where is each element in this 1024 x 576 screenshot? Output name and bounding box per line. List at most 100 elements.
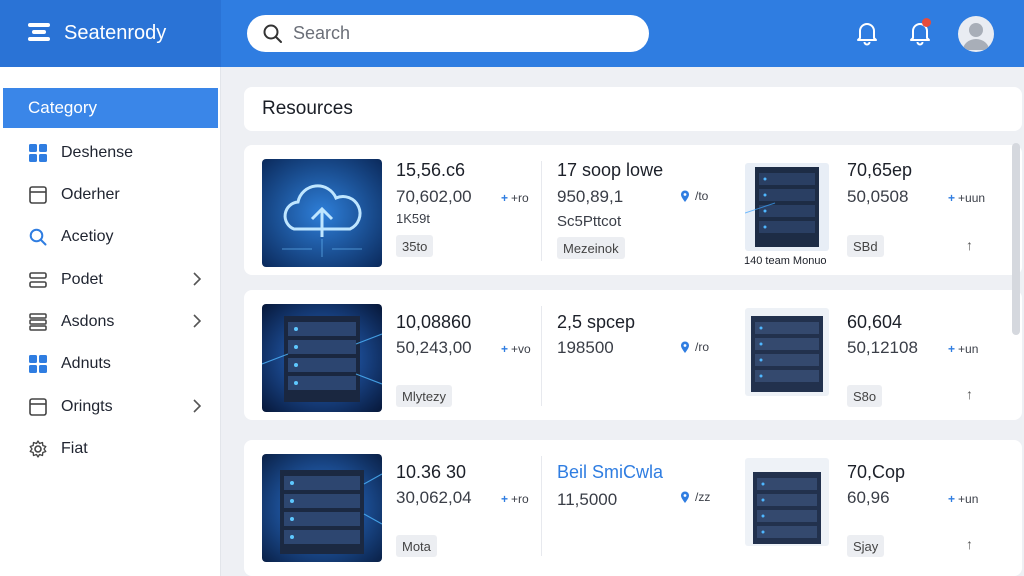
main-content: Resources 15,56.c6 70,602,00 1K59t + +ro … [222,67,1024,576]
location-pin-icon [681,491,689,503]
sidebar-item-label: Adnuts [61,355,111,372]
brand[interactable]: Seatenrody [0,0,221,67]
sidebar-item-fiat[interactable]: Fiat [0,431,221,467]
row-title: 17 soop lowe [557,160,664,180]
row-meta: + +vo [501,342,531,356]
row-value: 60,96 [847,488,890,507]
resource-row[interactable]: 10,08860 50,243,00 + +vo Mlytezy 2,5 spce… [244,290,1022,420]
sidebar-category-header[interactable]: Category [3,88,218,128]
arrow-up-icon[interactable]: ↑ [966,386,973,402]
server-rack-image [745,458,829,546]
row-meta: + +uun [948,191,986,205]
row-chip[interactable]: Sjay [847,535,885,557]
chevron-right-icon [193,314,201,328]
page-title: Resources [244,87,1022,131]
row-title: 70,65ep [847,160,913,180]
row-chip[interactable]: Mlytezy [396,385,453,407]
notifications-button[interactable] [853,18,881,48]
list-icon [28,312,48,332]
sidebar-item-asdons[interactable]: Asdons [0,304,221,340]
row-value: 50,12108 [847,338,918,357]
top-bar: Seatenrody [0,0,1024,67]
search-icon [263,24,282,43]
arrow-up-icon[interactable]: ↑ [966,536,973,552]
list-icon [28,270,48,290]
sidebar-item-label: Asdons [61,313,115,330]
arrow-up-icon[interactable]: ↑ [966,237,973,253]
sidebar-item-label: Oderher [61,186,120,203]
row-title: 15,56.c6 [396,160,466,180]
sidebar: Category Deshense Oderher Acetioy Podet … [0,67,221,576]
row-chip[interactable]: Mezeinok [557,237,625,259]
avatar[interactable] [958,16,994,52]
grid-icon [28,354,48,374]
sidebar-item-label: Podet [61,271,103,288]
bell-icon [857,23,877,46]
search-bar[interactable] [247,15,649,52]
sidebar-item-oderher[interactable]: Oderher [0,177,221,213]
sidebar-item-podet[interactable]: Podet [0,262,221,298]
cloud-upload-image [262,159,382,267]
row-sub: Sc5Pttcot [557,213,622,230]
row-value: 50,243,00 [396,338,472,357]
window-icon [28,397,48,417]
alerts-button[interactable] [906,18,934,48]
row-title: 2,5 spcep [557,312,636,332]
location-pin-icon [681,190,689,202]
server-rack-image [262,454,382,562]
chevron-right-icon [193,272,201,286]
sidebar-item-acetioy[interactable]: Acetioy [0,219,221,255]
row-meta: + +un [948,342,979,356]
row-title: 70,Cop [847,462,906,482]
sidebar-item-label: Fiat [61,440,88,457]
server-rack-image [745,308,829,396]
row-value: 30,062,04 [396,488,472,507]
brand-logo-icon [28,22,52,45]
search-icon [28,227,48,247]
divider [541,306,542,406]
sidebar-item-label: Deshense [61,144,134,161]
resource-row[interactable]: 10.36 30 30,062,04 + +ro Mota Beil SmiCwl… [244,440,1022,576]
resource-row[interactable]: 15,56.c6 70,602,00 1K59t + +ro 35to 17 so… [244,145,1022,275]
sidebar-item-deshense[interactable]: Deshense [0,135,221,171]
row-title: 60,604 [847,312,903,332]
image-caption: 140 team Monuo [744,255,827,267]
notification-badge [922,18,931,27]
row-meta: + +ro [501,492,529,506]
row-meta: /zz [680,490,710,504]
location-pin-icon [681,341,689,353]
server-rack-image [262,304,382,412]
chevron-right-icon [193,399,201,413]
row-value: 50,0508 [847,187,909,206]
search-input[interactable] [293,23,623,44]
row-meta: + +un [948,492,979,506]
row-value: 11,5000 [557,490,618,509]
row-title: 10.36 30 [396,462,467,482]
sidebar-item-adnuts[interactable]: Adnuts [0,346,221,382]
row-meta: /to [680,189,708,203]
user-icon [963,23,989,50]
sidebar-item-label: Acetioy [61,228,114,245]
scrollbar[interactable] [1012,143,1020,335]
row-sub: 1K59t [396,211,430,226]
row-meta: /ro [680,340,709,354]
divider [541,161,542,261]
row-chip[interactable]: Mota [396,535,437,557]
divider [541,456,542,556]
row-chip[interactable]: S8o [847,385,883,407]
row-chip[interactable]: 35to [396,235,434,257]
row-title: 10,08860 [396,312,472,332]
grid-icon [28,143,48,163]
sidebar-item-label: Oringts [61,398,113,415]
window-icon [28,185,48,205]
row-meta: + +ro [501,191,529,205]
row-value: 198500 [557,338,614,357]
row-value: 950,89,1 [557,187,624,206]
gear-icon [28,439,48,459]
row-value: 70,602,00 [396,187,472,206]
app-name: Seatenrody [64,22,167,44]
row-title-link[interactable]: Beil SmiCwla [557,462,663,483]
server-rack-image [745,163,829,251]
row-chip[interactable]: SBd [847,235,884,257]
sidebar-item-oringts[interactable]: Oringts [0,389,221,425]
